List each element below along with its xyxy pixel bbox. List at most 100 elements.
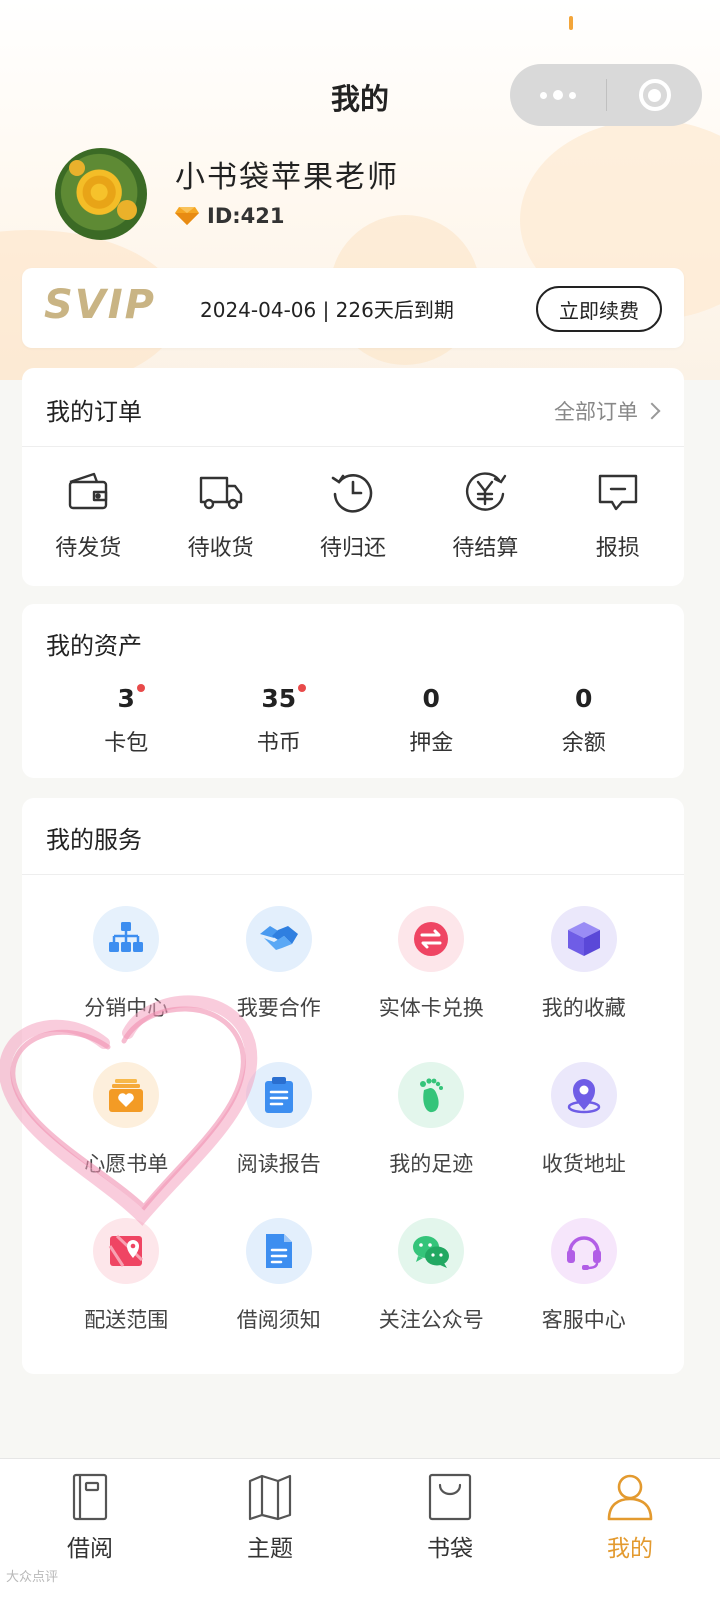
message-icon [598,474,637,511]
person-icon [607,1474,653,1521]
service-footprints[interactable]: 我的足迹 [355,1062,508,1178]
order-item-label: 待收货 [187,536,254,561]
book-icon [72,1473,108,1521]
order-item-label: 待结算 [452,536,519,561]
asset-balance[interactable]: 0 余额 [508,684,661,757]
service-delivery-range[interactable]: 配送范围 [50,1218,203,1334]
service-label: 我要合作 [236,996,321,1020]
orders-title: 我的订单 [46,398,142,426]
notification-dot [136,684,145,692]
location-icon [567,1079,600,1114]
asset-label: 书币 [256,731,301,756]
orders-card: 我的订单 全部订单 待发货 待收货 待归还 待结算 报损 [22,368,684,586]
order-pending-receipt[interactable]: 待收货 [154,468,286,562]
service-borrowing-notice[interactable]: 借阅须知 [203,1218,356,1334]
service-wishlist[interactable]: 心愿书单 [50,1062,203,1178]
services-title: 我的服务 [46,826,142,854]
services-card: 我的服务 分销中心 我要合作 实体卡兑换 我的收藏 心愿书单 阅读报告 我的足迹… [22,798,684,1374]
diamond-icon [175,207,199,225]
miniprogram-capsule [510,64,702,126]
yen-refresh-icon [466,472,507,511]
document-icon [265,1234,292,1268]
asset-value: 0 [575,684,593,713]
service-label: 客服中心 [541,1308,626,1332]
tab-mine[interactable]: 我的 [540,1459,720,1600]
more-options-icon[interactable] [510,64,606,126]
service-label: 我的收藏 [541,996,626,1020]
avatar[interactable] [55,148,147,240]
service-card-exchange[interactable]: 实体卡兑换 [355,906,508,1022]
assets-title: 我的资产 [46,632,142,660]
status-indicator [569,16,573,30]
service-label: 关注公众号 [378,1308,484,1332]
footprint-icon [420,1078,444,1113]
order-item-label: 报损 [595,536,640,561]
notification-dot [298,684,307,692]
cube-icon [567,922,600,956]
order-pending-return[interactable]: 待归还 [287,468,419,562]
asset-label: 押金 [409,731,454,756]
tab-bar: 借阅 主题 书袋 我的 [0,1458,720,1600]
service-shipping-address[interactable]: 收货地址 [508,1062,661,1178]
service-label: 借阅须知 [236,1308,321,1332]
tab-label: 书袋 [427,1536,473,1562]
order-report-damage[interactable]: 报损 [552,468,684,562]
close-miniprogram-icon[interactable] [607,64,702,126]
order-item-label: 待发货 [55,536,122,561]
user-name: 小书袋苹果老师 [175,160,399,195]
service-label: 实体卡兑换 [378,996,484,1020]
watermark: 大众点评 [6,1570,59,1585]
service-favorites[interactable]: 我的收藏 [508,906,661,1022]
service-follow-official-account[interactable]: 关注公众号 [355,1218,508,1334]
truck-icon [199,476,242,510]
all-orders-label: 全部订单 [554,400,638,424]
wish-box-icon [109,1079,144,1112]
tab-label: 我的 [607,1536,653,1562]
svip-expiry: 2024-04-06 | 226天后到期 [200,298,454,322]
service-cooperation[interactable]: 我要合作 [203,906,356,1022]
asset-value: 35 [261,684,297,713]
wechat-icon [413,1236,450,1268]
order-item-label: 待归还 [319,536,386,561]
service-customer-center[interactable]: 客服中心 [508,1218,661,1334]
headset-icon [566,1236,601,1270]
asset-book-coins[interactable]: 35 书币 [203,684,356,757]
service-distribution-center[interactable]: 分销中心 [50,906,203,1022]
tab-theme[interactable]: 主题 [180,1459,360,1600]
asset-card-wallet[interactable]: 3 卡包 [50,684,203,757]
tab-label: 主题 [247,1536,293,1562]
asset-value: 0 [422,684,440,713]
clipboard-icon [264,1077,293,1113]
service-label: 配送范围 [84,1308,169,1332]
renew-button[interactable]: 立即续费 [536,286,662,332]
assets-card: 我的资产 3 卡包 35 书币 0 押金 0 余额 [22,604,684,778]
navbar: 我的 [0,60,720,130]
asset-value: 3 [117,684,135,713]
service-label: 阅读报告 [236,1152,321,1176]
service-label: 收货地址 [541,1152,626,1176]
service-label: 分销中心 [84,996,169,1020]
service-label: 心愿书单 [84,1152,169,1176]
asset-deposit[interactable]: 0 押金 [355,684,508,757]
chevron-right-icon [643,402,661,420]
order-pending-settlement[interactable]: 待结算 [419,468,551,562]
user-id: ID:421 [207,204,285,228]
profile-header[interactable]: 小书袋苹果老师 ID:421 [55,148,655,240]
svip-logo: SVIP [44,282,156,328]
clock-return-icon [331,474,373,513]
tab-book-bag[interactable]: 书袋 [360,1459,540,1600]
handshake-icon [259,926,298,950]
wallet-icon [68,472,108,510]
user-id-row: ID:421 [175,204,284,228]
map-pin-icon [108,1234,144,1267]
all-orders-link[interactable]: 全部订单 [554,396,661,426]
tab-label: 借阅 [67,1536,113,1562]
asset-label: 卡包 [104,731,149,756]
service-label: 我的足迹 [389,1152,474,1176]
order-pending-shipment[interactable]: 待发货 [22,468,154,562]
service-reading-report[interactable]: 阅读报告 [203,1062,356,1178]
bag-icon [428,1473,472,1521]
exchange-icon [414,922,449,956]
org-chart-icon [109,922,144,952]
svip-card[interactable]: SVIP 2024-04-06 | 226天后到期 立即续费 [22,268,684,348]
